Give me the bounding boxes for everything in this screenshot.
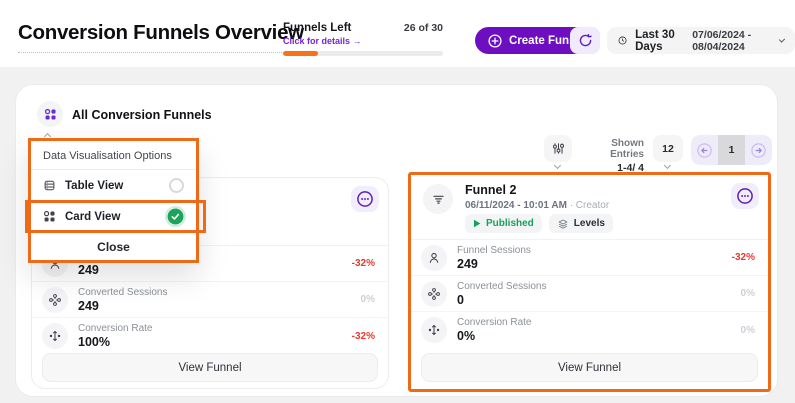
- stat-label: Conversion Rate: [78, 323, 152, 334]
- funnel-creator: · Creator: [570, 200, 609, 211]
- stat-change: -32%: [732, 252, 755, 263]
- stat-value: 0: [457, 293, 547, 307]
- radio-unselected-icon[interactable]: [169, 178, 184, 193]
- close-button[interactable]: Close: [31, 233, 196, 260]
- stat-label: Converted Sessions: [78, 287, 168, 298]
- option-label: Card View: [65, 211, 120, 223]
- shown-entries-label: Shown Entries: [580, 138, 644, 160]
- stat-value: 249: [78, 263, 152, 277]
- stat-value: 100%: [78, 335, 152, 349]
- funnel-name: Funnel 2: [465, 183, 516, 197]
- chevron-down-icon: [664, 162, 671, 169]
- funnel-date: 06/11/2024 - 10:01 AM: [465, 200, 567, 211]
- page-size-select[interactable]: 12: [653, 135, 683, 162]
- panel-collapse-toggle[interactable]: [37, 101, 63, 127]
- levels-badge: Levels: [549, 214, 613, 233]
- stat-label: Converted Sessions: [457, 281, 547, 292]
- current-page[interactable]: 1: [718, 135, 745, 165]
- refresh-button[interactable]: [570, 27, 600, 54]
- panel-title: All Conversion Funnels: [72, 108, 212, 122]
- stat-change: -32%: [352, 331, 375, 342]
- ellipsis-circle-icon: [356, 190, 374, 208]
- stat-row-conversion-rate: Conversion Rate 0% 0%: [411, 312, 768, 348]
- card-stats: Funnel Sessions 249 -32% Converted Sessi…: [411, 240, 768, 348]
- refresh-icon: [578, 33, 593, 48]
- pagination: 1: [691, 135, 772, 165]
- option-label: Table View: [65, 180, 123, 192]
- funnels-left-count: 26 of 30: [404, 22, 443, 34]
- move-arrows-icon: [42, 323, 68, 349]
- page-header: Conversion Funnels Overview Funnels Left…: [0, 0, 795, 67]
- previous-page-button[interactable]: [691, 135, 718, 165]
- clock-icon: [618, 34, 627, 47]
- stat-row-converted-sessions: Converted Sessions 249 0%: [32, 282, 388, 318]
- view-funnel-button[interactable]: View Funnel: [42, 353, 378, 382]
- funnel-card-highlighted: Funnel 2 06/11/2024 - 10:01 AM · Creator…: [408, 172, 771, 392]
- dashboard-grid-icon: [44, 108, 57, 121]
- stat-change: 0%: [741, 325, 755, 336]
- chevron-down-icon: [554, 162, 561, 169]
- funnels-left-progress-fill: [283, 51, 318, 56]
- dashboard-grid-icon: [43, 210, 56, 223]
- app-window: Conversion Funnels Overview Funnels Left…: [0, 0, 795, 403]
- filter-sliders-icon: [552, 142, 565, 155]
- stat-value: 249: [78, 299, 168, 313]
- popup-title: Data Visualisation Options: [31, 141, 196, 169]
- network-icon: [421, 281, 447, 307]
- check-selected-icon[interactable]: [167, 208, 184, 225]
- stat-label: Conversion Rate: [457, 317, 531, 328]
- chevron-down-icon: [779, 36, 785, 42]
- stat-row-converted-sessions: Converted Sessions 0 0%: [411, 276, 768, 312]
- funnel-icon: [423, 184, 453, 214]
- option-card-view[interactable]: Card View: [31, 201, 196, 232]
- stat-label: Funnel Sessions: [457, 245, 531, 256]
- option-table-view[interactable]: Table View: [31, 170, 196, 201]
- funnel-meta: 06/11/2024 - 10:01 AM · Creator: [465, 200, 609, 211]
- card-more-button[interactable]: [731, 183, 759, 209]
- person-icon: [421, 245, 447, 271]
- card-more-button[interactable]: [351, 186, 379, 212]
- stat-value: 249: [457, 257, 531, 271]
- badges: Published Levels: [465, 214, 613, 233]
- date-range-value: 07/06/2024 - 08/04/2024: [692, 29, 772, 53]
- view-funnel-button[interactable]: View Funnel: [421, 353, 758, 382]
- filter-button[interactable]: [544, 135, 572, 162]
- stat-row-funnel-sessions: Funnel Sessions 249 -32%: [411, 240, 768, 276]
- ellipsis-circle-icon: [736, 187, 754, 205]
- table-icon: [43, 179, 56, 192]
- arrow-left-circle-icon: [696, 142, 713, 159]
- funnels-left-widget: Funnels Left 26 of 30 Click for details …: [283, 22, 443, 56]
- stat-value: 0%: [457, 329, 531, 343]
- next-page-button[interactable]: [745, 135, 772, 165]
- stat-row-conversion-rate: Conversion Rate 100% -32%: [32, 318, 388, 354]
- funnels-left-progressbar: [283, 51, 443, 56]
- page-title: Conversion Funnels Overview: [18, 21, 304, 53]
- play-icon: [473, 219, 481, 228]
- published-badge: Published: [465, 214, 542, 233]
- funnels-left-details-link[interactable]: Click for details →: [283, 36, 443, 46]
- plus-circle-icon: [488, 34, 502, 48]
- arrow-right-circle-icon: [750, 142, 767, 159]
- page-size-value: 12: [662, 143, 674, 155]
- stat-change: 0%: [741, 288, 755, 299]
- date-preset-label: Last 30 Days: [635, 29, 684, 53]
- stat-change: 0%: [361, 294, 375, 305]
- stat-change: -32%: [352, 258, 375, 269]
- date-range-picker[interactable]: Last 30 Days 07/06/2024 - 08/04/2024: [607, 27, 795, 54]
- move-arrows-icon: [421, 317, 447, 343]
- layers-icon: [557, 218, 569, 230]
- network-icon: [42, 287, 68, 313]
- funnels-left-label: Funnels Left: [283, 22, 351, 34]
- data-visualisation-popup: Data Visualisation Options Table View Ca…: [28, 138, 199, 263]
- shown-entries: Shown Entries 1-4/ 4: [580, 138, 644, 174]
